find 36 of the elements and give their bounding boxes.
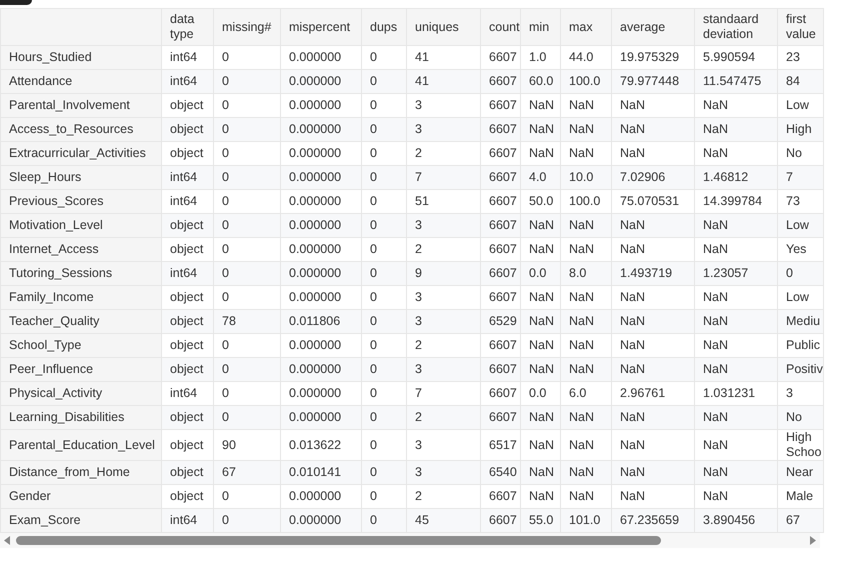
column-header: data type (162, 8, 214, 46)
column-header: count (480, 8, 520, 46)
scroll-right-icon[interactable] (810, 536, 816, 545)
column-header: standaard deviation (694, 8, 778, 46)
row-label: Teacher_Quality (0, 310, 162, 334)
row-label: Sleep_Hours (0, 166, 162, 190)
column-header: uniques (406, 8, 480, 46)
column-header: first value (778, 8, 824, 46)
row-label: Attendance (0, 70, 162, 94)
scrollbar-thumb[interactable] (16, 536, 661, 545)
row-label: Learning_Disabilities (0, 406, 162, 430)
column-header: min (520, 8, 560, 46)
row-label: Physical_Activity (0, 382, 162, 406)
row-label: Hours_Studied (0, 46, 162, 70)
row-label: Extracurricular_Activities (0, 142, 162, 166)
row-label: Distance_from_Home (0, 460, 162, 484)
column-header: dups (362, 8, 406, 46)
row-label: Access_to_Resources (0, 118, 162, 142)
row-label: Family_Income (0, 286, 162, 310)
column-header: max (560, 8, 612, 46)
column-header: average (612, 8, 694, 46)
row-label: Internet_Access (0, 238, 162, 262)
tab-marker (0, 0, 32, 5)
row-label: Previous_Scores (0, 190, 162, 214)
row-label: Parental_Education_Level (0, 430, 162, 460)
row-label: Motivation_Level (0, 214, 162, 238)
row-label: Tutoring_Sessions (0, 262, 162, 286)
row-label: Exam_Score (0, 508, 162, 532)
scroll-left-icon[interactable] (4, 536, 10, 545)
column-header: mispercent (280, 8, 362, 46)
column-header: missing# (214, 8, 280, 46)
horizontal-scrollbar[interactable] (0, 533, 820, 548)
row-label: Peer_Influence (0, 358, 162, 382)
row-label: Gender (0, 484, 162, 508)
row-label: School_Type (0, 334, 162, 358)
row-label: Parental_Involvement (0, 94, 162, 118)
